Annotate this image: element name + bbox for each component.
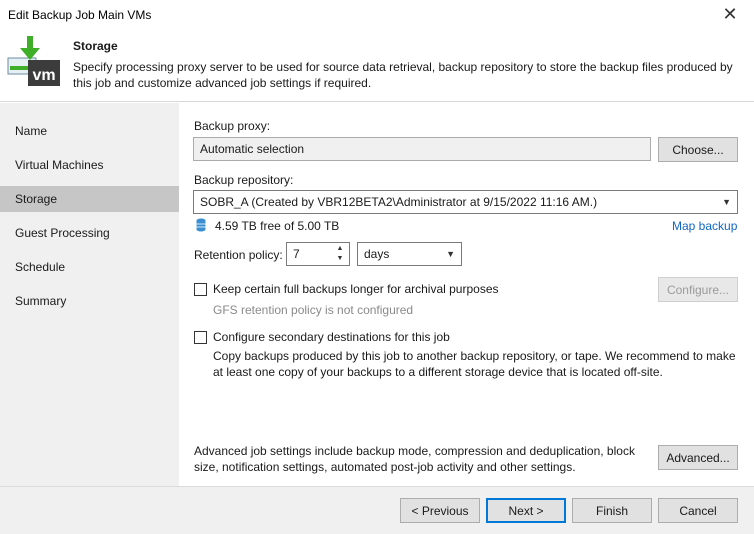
previous-button[interactable]: < Previous bbox=[400, 498, 480, 523]
step-schedule[interactable]: Schedule bbox=[0, 254, 179, 280]
stepper-arrows-icon[interactable]: ▲ ▼ bbox=[333, 244, 347, 264]
map-backup-link[interactable]: Map backup bbox=[672, 219, 737, 233]
backup-repository-select[interactable]: SOBR_A (Created by VBR12BETA2\Administra… bbox=[193, 190, 738, 214]
logo-text: vm bbox=[32, 67, 55, 84]
configure-gfs-button[interactable]: Configure... bbox=[658, 277, 738, 302]
step-virtual-machines[interactable]: Virtual Machines bbox=[0, 152, 179, 178]
close-icon[interactable]: ✕ bbox=[716, 2, 744, 26]
chevron-down-icon: ▼ bbox=[722, 197, 731, 207]
advanced-settings-description: Advanced job settings include backup mod… bbox=[194, 444, 635, 474]
backup-proxy-label: Backup proxy: bbox=[194, 119, 271, 133]
chevron-down-icon: ▼ bbox=[446, 249, 455, 259]
gfs-checkbox-label: Keep certain full backups longer for arc… bbox=[213, 282, 499, 296]
finish-button[interactable]: Finish bbox=[572, 498, 652, 523]
advanced-button[interactable]: Advanced... bbox=[658, 445, 738, 470]
gfs-status: GFS retention policy is not configured bbox=[213, 303, 414, 317]
window-title: Edit Backup Job Main VMs bbox=[8, 8, 152, 22]
backup-repository-value: SOBR_A (Created by VBR12BETA2\Administra… bbox=[200, 195, 598, 209]
retention-value: 7 bbox=[293, 247, 300, 261]
title-bar: Edit Backup Job Main VMs ✕ bbox=[0, 0, 754, 30]
repository-free-space: 4.59 TB free of 5.00 TB bbox=[215, 219, 340, 233]
database-icon bbox=[196, 218, 206, 232]
choose-proxy-button[interactable]: Choose... bbox=[658, 137, 738, 162]
veeam-vm-icon: vm bbox=[6, 34, 62, 90]
step-summary[interactable]: Summary bbox=[0, 288, 179, 314]
retention-value-stepper[interactable]: 7 ▲ ▼ bbox=[286, 242, 350, 266]
retention-unit-value: days bbox=[364, 247, 390, 261]
step-guest-processing[interactable]: Guest Processing bbox=[0, 220, 179, 246]
step-storage[interactable]: Storage bbox=[0, 186, 179, 212]
retention-unit-select[interactable]: days ▼ bbox=[357, 242, 462, 266]
step-name[interactable]: Name bbox=[0, 118, 179, 144]
page-title: Storage bbox=[73, 39, 118, 53]
next-button[interactable]: Next > bbox=[486, 498, 566, 523]
backup-proxy-field: Automatic selection bbox=[193, 137, 651, 161]
backup-repository-label: Backup repository: bbox=[194, 173, 294, 187]
secondary-destinations-checkbox[interactable] bbox=[194, 331, 207, 344]
page-description: Specify processing proxy server to be us… bbox=[73, 60, 733, 90]
cancel-button[interactable]: Cancel bbox=[658, 498, 738, 523]
retention-policy-label: Retention policy: bbox=[194, 248, 283, 262]
gfs-checkbox[interactable] bbox=[194, 283, 207, 296]
secondary-destinations-label: Configure secondary destinations for thi… bbox=[213, 330, 450, 344]
header: vm Storage Specify processing proxy serv… bbox=[0, 30, 754, 102]
secondary-destinations-description: Copy backups produced by this job to ano… bbox=[213, 349, 736, 379]
wizard-steps: Name Virtual Machines Storage Guest Proc… bbox=[0, 103, 179, 486]
